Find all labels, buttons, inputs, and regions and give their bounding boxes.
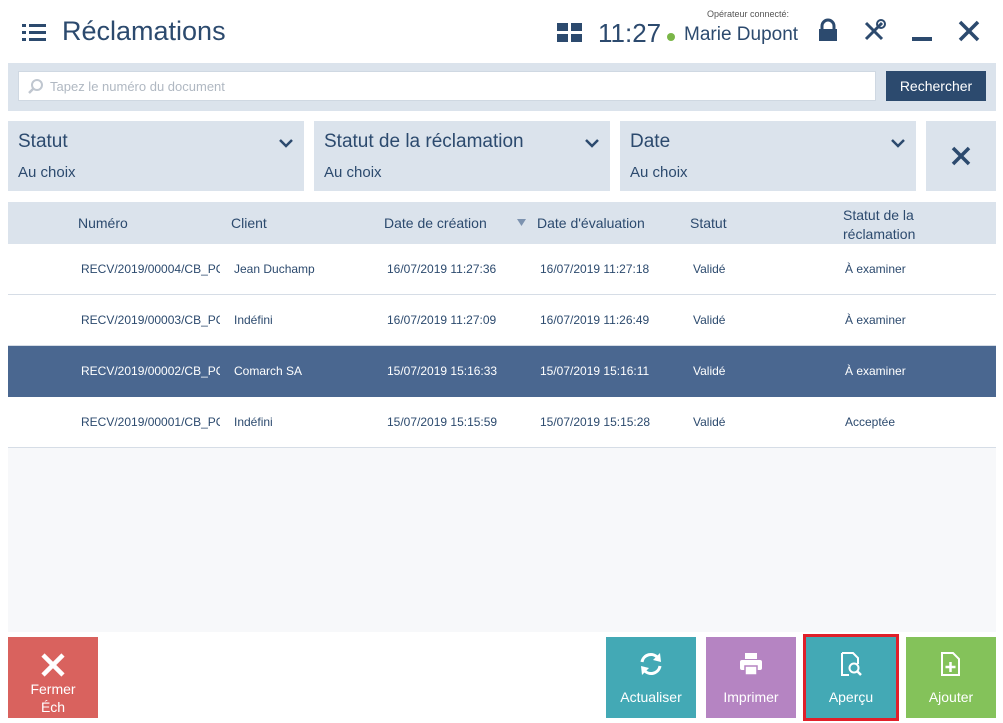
search-button[interactable]: Rechercher [886, 71, 986, 101]
cell-created: 16/07/2019 11:27:36 [387, 262, 497, 276]
cell-claim-status: À examiner [845, 364, 906, 378]
printer-icon [740, 653, 762, 676]
add-document-icon [941, 652, 960, 676]
cell-status: Validé [693, 313, 726, 327]
column-header-created[interactable]: Date de création [384, 215, 487, 231]
app-header: Réclamations 11:27 Opérateur connecté: M… [0, 0, 1003, 64]
cell-evaluated: 16/07/2019 11:27:18 [540, 262, 650, 276]
cell-client: Indéfini [234, 415, 273, 429]
refresh-label: Actualiser [620, 689, 682, 705]
column-header-status[interactable]: Statut [690, 215, 727, 231]
cell-claim-status: Acceptée [845, 415, 896, 429]
cell-status: Validé [693, 262, 726, 276]
cell-number: RECV/2019/00002/CB_POS [81, 364, 220, 378]
cell-number: RECV/2019/00004/CB_POS [81, 262, 220, 276]
claims-table: Numéro Client Date de création Date d'év… [8, 202, 996, 632]
close-icon [41, 653, 65, 677]
grid-icon[interactable] [557, 23, 582, 43]
operator-label: Opérateur connecté: [707, 9, 790, 19]
filter-label: Date [630, 131, 671, 152]
filter-label: Statut de la réclamation [324, 131, 524, 152]
online-status-dot [667, 33, 675, 41]
chevron-down-icon [279, 139, 293, 148]
table-row[interactable]: RECV/2019/00004/CB_POS Jean Duchamp 16/0… [8, 244, 996, 295]
clock: 11:27 [598, 18, 662, 48]
print-button[interactable]: Imprimer [706, 637, 796, 718]
cell-created: 15/07/2019 15:16:33 [387, 364, 498, 378]
filter-value: Au choix [324, 164, 382, 181]
refresh-button[interactable]: Actualiser [606, 637, 696, 718]
column-header-claim-status-line2: réclamation [843, 226, 916, 242]
close-icon[interactable] [956, 18, 986, 48]
table-row[interactable]: RECV/2019/00003/CB_POS Indéfini 16/07/20… [8, 295, 996, 346]
cell-claim-status: À examiner [845, 262, 906, 276]
column-header-client[interactable]: Client [231, 215, 267, 231]
lock-icon[interactable] [815, 18, 845, 48]
close-label-line2: Éch [40, 699, 66, 715]
preview-button[interactable]: Aperçu [803, 634, 899, 721]
column-header-claim-status-line1: Statut de la [843, 207, 914, 223]
search-field [18, 71, 876, 101]
cell-evaluated: 16/07/2019 11:26:49 [540, 313, 650, 327]
preview-icon [841, 652, 862, 676]
close-button[interactable]: Fermer Éch [8, 637, 98, 718]
filter-value: Au choix [630, 164, 688, 181]
add-label: Ajouter [928, 689, 974, 705]
column-header-number[interactable]: Numéro [78, 215, 128, 231]
cell-client: Jean Duchamp [234, 262, 315, 276]
cell-status: Validé [693, 415, 726, 429]
cell-client: Indéfini [234, 313, 273, 327]
clear-filters-button[interactable] [926, 121, 996, 191]
add-button[interactable]: Ajouter [906, 637, 996, 718]
clear-filter-icon [951, 146, 971, 166]
search-input[interactable] [50, 72, 870, 100]
filter-date[interactable]: Date Au choix [620, 121, 916, 191]
chevron-down-icon [585, 139, 599, 148]
sort-down-icon [517, 219, 526, 226]
cell-created: 15/07/2019 15:15:59 [387, 415, 498, 429]
table-row[interactable]: RECV/2019/00001/CB_POS Indéfini 15/07/20… [8, 397, 996, 448]
table-header: Numéro Client Date de création Date d'év… [8, 202, 996, 244]
menu-icon[interactable] [22, 24, 46, 42]
cell-client: Comarch SA [234, 364, 303, 378]
search-icon [27, 78, 45, 96]
minimize-icon[interactable] [909, 18, 939, 48]
close-label-line1: Fermer [30, 681, 76, 697]
filter-label: Statut [18, 131, 68, 152]
operator-name[interactable]: Marie Dupont [684, 24, 798, 46]
chevron-down-icon [891, 139, 905, 148]
table-row-selected[interactable]: RECV/2019/00002/CB_POS Comarch SA 15/07/… [8, 346, 996, 397]
column-header-claim-status[interactable]: Statut de la réclamation [843, 206, 915, 244]
refresh-icon [640, 653, 662, 675]
filter-status[interactable]: Statut Au choix [8, 121, 304, 191]
cell-evaluated: 15/07/2019 15:16:11 [540, 364, 650, 378]
filter-value: Au choix [18, 164, 76, 181]
page-title: Réclamations [62, 16, 226, 46]
tools-icon[interactable] [861, 18, 891, 48]
column-header-evaluated[interactable]: Date d'évaluation [537, 215, 645, 231]
search-bar: Rechercher [8, 63, 996, 111]
close-button-label: Fermer Éch [8, 680, 98, 716]
filter-claim-status[interactable]: Statut de la réclamation Au choix [314, 121, 610, 191]
cell-claim-status: À examiner [845, 313, 906, 327]
cell-status: Validé [693, 364, 726, 378]
cell-number: RECV/2019/00001/CB_POS [81, 415, 220, 429]
cell-evaluated: 15/07/2019 15:15:28 [540, 415, 651, 429]
cell-number: RECV/2019/00003/CB_POS [81, 313, 220, 327]
preview-label: Aperçu [828, 689, 874, 705]
cell-created: 16/07/2019 11:27:09 [387, 313, 497, 327]
print-label: Imprimer [723, 689, 779, 705]
